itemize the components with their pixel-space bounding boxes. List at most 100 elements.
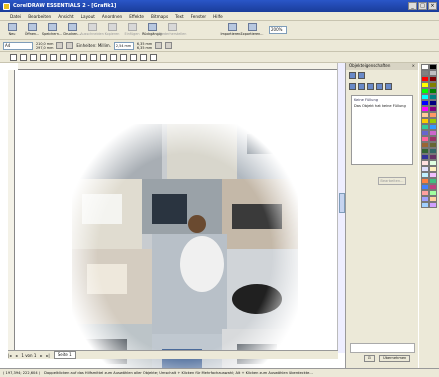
- zoom-tool-icon[interactable]: [40, 53, 47, 61]
- scissors-icon: [87, 22, 97, 31]
- outline-tab-icon[interactable]: [358, 72, 365, 79]
- landscape-icon[interactable]: [66, 42, 74, 49]
- minimize-button[interactable]: _: [408, 2, 417, 10]
- shape-tool-icon[interactable]: [20, 53, 27, 61]
- ellipse-tool-icon[interactable]: [80, 53, 87, 61]
- vertical-ruler[interactable]: [8, 70, 15, 350]
- property-bar: A4 210,0 mm 297,0 mm Einheiten: Millim. …: [0, 40, 439, 52]
- status-bar: ( 197,394; 222,604 ) Doppelklicken auf d…: [0, 368, 439, 377]
- vertical-scrollbar[interactable]: [337, 63, 345, 353]
- menu-bearbeiten[interactable]: Bearbeiten: [28, 14, 51, 19]
- edit-button[interactable]: Bearbeiten...: [378, 177, 406, 185]
- page-options-icon[interactable]: [155, 42, 163, 49]
- open-button[interactable]: Öffnen...: [23, 22, 41, 39]
- pick-tool-icon[interactable]: [10, 53, 17, 61]
- first-page-icon[interactable]: |◂: [8, 353, 11, 358]
- fill-info-box: Keine Füllung Das Objekt hat keine Füllu…: [351, 95, 413, 165]
- redo-button[interactable]: Wiederherstellen: [158, 22, 186, 39]
- export-icon: [247, 22, 257, 31]
- page-height-field[interactable]: 297,0 mm: [36, 46, 53, 50]
- fill-tab-icon[interactable]: [349, 72, 356, 79]
- no-fill-icon[interactable]: [349, 83, 356, 90]
- menu-datei[interactable]: Datei: [10, 14, 21, 19]
- lock-icon[interactable]: ⊡: [364, 355, 376, 362]
- fill-description: Das Objekt hat keine Füllung: [354, 104, 406, 108]
- coreldraw-app-icon: [3, 2, 10, 10]
- smart-fill-icon[interactable]: [60, 53, 67, 61]
- fill-heading: Keine Füllung: [354, 98, 378, 102]
- fill-tool-icon[interactable]: [140, 53, 147, 61]
- freehand-tool-icon[interactable]: [50, 53, 57, 61]
- new-button[interactable]: Neu: [3, 22, 21, 39]
- color-palette[interactable]: [419, 63, 439, 368]
- menu-bar: Datei Bearbeiten Ansicht Layout Anordnen…: [0, 12, 439, 21]
- menu-fenster[interactable]: Fenster: [191, 14, 207, 19]
- portrait-icon[interactable]: [56, 42, 64, 49]
- eyedropper-tool-icon[interactable]: [120, 53, 127, 61]
- menu-anordnen[interactable]: Anordnen: [102, 14, 122, 19]
- paper-size-select[interactable]: A4: [3, 41, 33, 50]
- menu-ansicht[interactable]: Ansicht: [58, 14, 73, 19]
- status-hint: Doppelklicken auf das Hilfsmittel zum Au…: [44, 371, 313, 375]
- menu-effekte[interactable]: Effekte: [129, 14, 144, 19]
- rectangle-tool-icon[interactable]: [70, 53, 77, 61]
- duplicate-y-field[interactable]: 6,35 mm: [137, 46, 152, 50]
- horizontal-ruler[interactable]: [18, 63, 338, 70]
- menu-layout[interactable]: Layout: [81, 14, 95, 19]
- window-title: CorelDRAW ESSENTIALS 2 - [Grafik1]: [13, 3, 117, 9]
- text-tool-icon[interactable]: [100, 53, 107, 61]
- export-button[interactable]: Exportieren...: [241, 22, 263, 39]
- last-page-icon[interactable]: ▸|: [46, 353, 49, 358]
- units-label[interactable]: Einheiten: Millim.: [76, 43, 111, 48]
- paste-button[interactable]: Einfügen: [123, 22, 141, 39]
- copy-icon: [107, 22, 117, 31]
- menu-hilfe[interactable]: Hilfe: [213, 14, 223, 19]
- redo-icon: [167, 22, 177, 31]
- interactive-tool-icon[interactable]: [110, 53, 117, 61]
- palette-swatch[interactable]: [421, 202, 429, 208]
- maximize-button[interactable]: □: [418, 2, 427, 10]
- save-button[interactable]: Speichern...: [42, 22, 62, 39]
- import-button[interactable]: Importieren...: [220, 22, 244, 39]
- nudge-field[interactable]: 2,54 mm: [113, 41, 134, 50]
- toolbox: [0, 52, 439, 63]
- gradient-fill-icon[interactable]: [367, 83, 374, 90]
- drawing-canvas[interactable]: [16, 70, 336, 377]
- cut-button[interactable]: Ausschneiden: [80, 22, 104, 39]
- close-button[interactable]: ×: [428, 2, 437, 10]
- menu-bitmaps[interactable]: Bitmaps: [151, 14, 168, 19]
- interactive-fill-icon[interactable]: [150, 53, 157, 61]
- photo-collage-image[interactable]: [72, 124, 298, 377]
- pattern-fill-icon[interactable]: [376, 83, 383, 90]
- polygon-tool-icon[interactable]: [90, 53, 97, 61]
- undo-icon: [147, 22, 157, 31]
- next-page-icon[interactable]: ▸: [40, 353, 42, 358]
- docker-bottom-panel: [350, 343, 415, 353]
- save-icon: [47, 22, 57, 31]
- print-icon: [67, 22, 77, 31]
- paste-icon: [127, 22, 137, 31]
- menu-text[interactable]: Text: [175, 14, 183, 19]
- toggle-icon[interactable]: [165, 42, 173, 49]
- docker-header: Objekteigenschaften ×: [346, 63, 418, 70]
- page-count: 1 von 1: [21, 352, 37, 358]
- undo-button[interactable]: Rückgängig: [142, 22, 162, 39]
- cursor-coordinates: ( 197,394; 222,604 ): [3, 371, 41, 375]
- prev-page-icon[interactable]: ◂: [15, 353, 17, 358]
- object-properties-docker: Objekteigenschaften × Keine Füllung Das …: [345, 63, 418, 368]
- copy-button[interactable]: Kopieren: [103, 22, 121, 39]
- print-button[interactable]: Drucken...: [63, 22, 81, 39]
- texture-fill-icon[interactable]: [385, 83, 392, 90]
- outline-tool-icon[interactable]: [130, 53, 137, 61]
- import-icon: [227, 22, 237, 31]
- docker-close-icon[interactable]: ×: [412, 63, 415, 70]
- title-bar: CorelDRAW ESSENTIALS 2 - [Grafik1] _ □ ×: [0, 0, 439, 12]
- crop-tool-icon[interactable]: [30, 53, 37, 61]
- uniform-fill-icon[interactable]: [358, 83, 365, 90]
- standard-toolbar: Neu Öffnen... Speichern... Drucken... Au…: [0, 21, 439, 40]
- apply-button[interactable]: Übernehmen: [379, 355, 411, 362]
- zoom-level-select[interactable]: 200%: [269, 26, 287, 34]
- palette-swatch[interactable]: [429, 202, 437, 208]
- page-tab[interactable]: Seite 1: [53, 351, 76, 359]
- new-document-icon: [7, 22, 17, 31]
